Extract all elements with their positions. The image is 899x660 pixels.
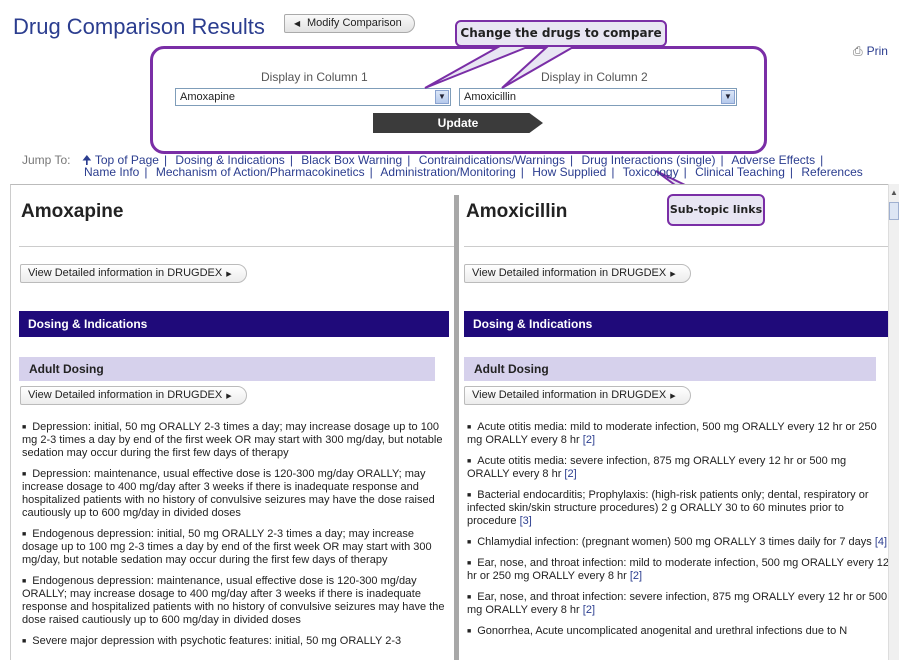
view-drugdex-label: View Detailed information in DRUGDEX — [28, 389, 223, 401]
dosing-list-item: ■ Ear, nose, and throat infection: severe… — [467, 591, 891, 617]
vertical-scrollbar[interactable]: ▲ — [888, 184, 899, 660]
bullet-icon: ■ — [467, 628, 472, 635]
drug-name: Amoxapine — [21, 201, 124, 222]
bullet-icon: ■ — [22, 471, 27, 478]
dosing-text: Ear, nose, and throat infection: severe … — [467, 591, 888, 616]
dosing-list-item: ■ Bacterial endocarditis; Prophylaxis: (h… — [467, 489, 891, 528]
dosing-list-item: ■ Gonorrhea, Acute uncomplicated anogenit… — [467, 625, 891, 638]
column-divider[interactable] — [454, 195, 459, 660]
reference-link[interactable]: [2] — [583, 604, 595, 616]
section-bar-dosing: Dosing & Indications — [464, 311, 894, 337]
reference-link[interactable]: [2] — [564, 468, 576, 480]
jump-link-clinical-teaching[interactable]: Clinical Teaching — [695, 165, 785, 179]
dosing-list: ■ Depression: initial, 50 mg ORALLY 2-3 t… — [22, 421, 446, 656]
dosing-text: Ear, nose, and throat infection: mild to… — [467, 557, 889, 582]
subsection-bar-adult-dosing: Adult Dosing — [19, 357, 435, 381]
view-drugdex-button[interactable]: View Detailed information in DRUGDEX ▶ — [20, 264, 247, 283]
comparison-content: Amoxapine View Detailed information in D… — [10, 184, 899, 660]
bullet-icon: ■ — [467, 424, 472, 431]
divider — [19, 246, 457, 247]
dosing-text: Gonorrhea, Acute uncomplicated anogenita… — [477, 625, 848, 637]
dosing-list-item: ■ Acute otitis media: mild to moderate in… — [467, 421, 891, 447]
bullet-icon: ■ — [22, 424, 27, 431]
reference-link[interactable]: [2] — [630, 570, 642, 582]
bullet-icon: ■ — [467, 560, 472, 567]
dosing-list-item: ■ Depression: initial, 50 mg ORALLY 2-3 t… — [22, 421, 446, 460]
reference-link[interactable]: [2] — [583, 434, 595, 446]
section-bar-dosing: Dosing & Indications — [19, 311, 449, 337]
bullet-icon: ■ — [467, 458, 472, 465]
bullet-icon: ■ — [467, 492, 472, 499]
view-drugdex-label: View Detailed information in DRUGDEX — [28, 267, 223, 279]
view-drugdex-label: View Detailed information in DRUGDEX — [472, 267, 667, 279]
dosing-list-item: ■ Acute otitis media: severe infection, 8… — [467, 455, 891, 481]
view-drugdex-button[interactable]: View Detailed information in DRUGDEX ▶ — [20, 386, 247, 405]
view-drugdex-label: View Detailed information in DRUGDEX — [472, 389, 667, 401]
scroll-up-icon[interactable]: ▲ — [889, 188, 899, 200]
dosing-list-item: ■ Severe major depression with psychotic … — [22, 635, 446, 648]
dosing-list-item: ■ Endogenous depression: initial, 50 mg O… — [22, 528, 446, 567]
dosing-text: Acute otitis media: mild to moderate inf… — [467, 421, 877, 446]
arrow-right-icon: ▶ — [670, 393, 676, 400]
dosing-text: Depression: initial, 50 mg ORALLY 2-3 ti… — [22, 421, 443, 459]
dosing-list-item: ■ Chlamydial infection: (pregnant women) … — [467, 536, 891, 549]
jump-link-toxicology[interactable]: Toxicology — [623, 165, 679, 179]
dosing-list: ■ Acute otitis media: mild to moderate in… — [467, 421, 891, 646]
view-drugdex-button[interactable]: View Detailed information in DRUGDEX ▶ — [464, 386, 691, 405]
dosing-text: Severe major depression with psychotic f… — [32, 635, 402, 647]
bullet-icon: ■ — [467, 539, 472, 546]
divider — [464, 246, 892, 247]
view-drugdex-button[interactable]: View Detailed information in DRUGDEX ▶ — [464, 264, 691, 283]
dosing-list-item: ■ Depression: maintenance, usual effectiv… — [22, 468, 446, 520]
scroll-thumb[interactable] — [889, 202, 899, 220]
reference-link[interactable]: [4] — [875, 536, 887, 548]
jump-link-references[interactable]: References — [801, 165, 862, 179]
jump-to-label: Jump To: — [22, 153, 71, 167]
dosing-text: Endogenous depression: maintenance, usua… — [22, 575, 445, 626]
callout-subtopic-links: Sub-topic links — [667, 194, 765, 226]
subsection-bar-adult-dosing: Adult Dosing — [464, 357, 876, 381]
bullet-icon: ■ — [22, 531, 27, 538]
bullet-icon: ■ — [467, 594, 472, 601]
reference-link[interactable]: [3] — [520, 515, 532, 527]
drug-name: Amoxicillin — [466, 201, 568, 222]
jump-link-name-info[interactable]: Name Info — [84, 165, 139, 179]
bullet-icon: ■ — [22, 638, 27, 645]
callout-change-drugs: Change the drugs to compare — [455, 20, 667, 47]
dosing-text: Endogenous depression: initial, 50 mg OR… — [22, 528, 432, 566]
jump-to-row-2: Name Info | Mechanism of Action/Pharmacok… — [84, 165, 863, 179]
dosing-text: Depression: maintenance, usual effective… — [22, 468, 435, 519]
jump-link-how-supplied[interactable]: How Supplied — [532, 165, 606, 179]
dosing-text: Acute otitis media: severe infection, 87… — [467, 455, 847, 480]
jump-link-administration[interactable]: Administration/Monitoring — [380, 165, 515, 179]
dosing-list-item: ■ Endogenous depression: maintenance, usu… — [22, 575, 446, 627]
jump-link-mechanism[interactable]: Mechanism of Action/Pharmacokinetics — [156, 165, 365, 179]
bullet-icon: ■ — [22, 578, 27, 585]
dosing-list-item: ■ Ear, nose, and throat infection: mild t… — [467, 557, 891, 583]
arrow-right-icon: ▶ — [226, 271, 232, 278]
arrow-right-icon: ▶ — [226, 393, 232, 400]
arrow-right-icon: ▶ — [670, 271, 676, 278]
dosing-text: Chlamydial infection: (pregnant women) 5… — [477, 536, 872, 548]
